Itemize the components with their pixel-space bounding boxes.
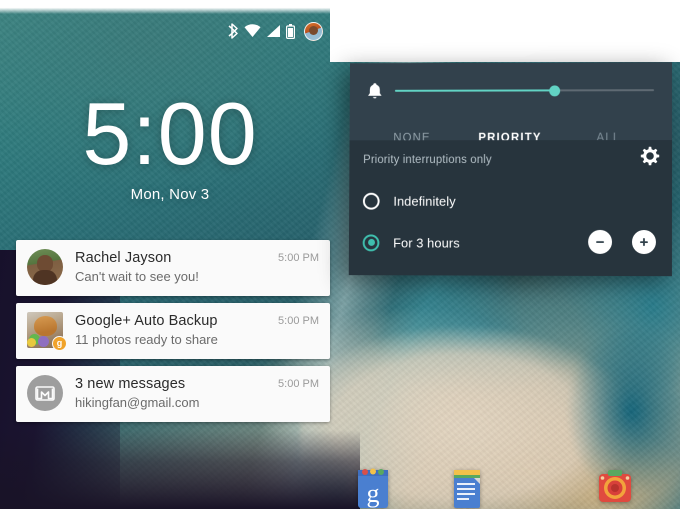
screenshot-stage: 5:00 Mon, Nov 3 Rachel Jayson Can't wait… — [0, 0, 680, 509]
quick-settings-panel: NONE PRIORITY ALL Priority interruptions… — [348, 62, 673, 277]
notification-subtitle: 11 photos ready to share — [75, 332, 218, 347]
notification-title: Rachel Jayson — [75, 250, 172, 266]
wallpaper-bottom-shadow — [0, 430, 360, 509]
camera-icon[interactable] — [594, 466, 636, 508]
interruption-status-text: Priority interruptions only — [363, 154, 492, 167]
user-avatar[interactable] — [304, 21, 323, 41]
google-search-icon[interactable]: g — [352, 466, 394, 508]
duration-option-label: For 3 hours — [393, 234, 460, 251]
duration-option-label: Indefinitely — [393, 193, 456, 209]
notification-time: 5:00 PM — [278, 378, 319, 390]
google-plus-badge-icon: g — [52, 336, 67, 351]
status-bar — [228, 20, 323, 42]
bluetooth-icon — [228, 23, 238, 39]
notification-title: Google+ Auto Backup — [75, 313, 218, 329]
notification-subtitle: hikingfan@gmail.com — [75, 395, 200, 410]
gmail-icon — [27, 375, 63, 411]
home-screen-dock: g — [352, 466, 680, 509]
radio-button-selected[interactable] — [362, 233, 380, 251]
notification-card-gmail[interactable]: 3 new messages hikingfan@gmail.com 5:00 … — [16, 366, 330, 422]
gear-icon[interactable] — [640, 146, 660, 171]
notification-time: 5:00 PM — [278, 252, 319, 264]
radio-button-unselected[interactable] — [362, 192, 380, 210]
notification-title: 3 new messages — [75, 376, 186, 392]
clock-time: 5:00 — [82, 84, 258, 183]
volume-slider-thumb[interactable] — [549, 84, 561, 96]
lockscreen-clock: 5:00 Mon, Nov 3 — [0, 84, 340, 203]
wifi-icon — [244, 24, 261, 37]
volume-slider[interactable] — [394, 83, 655, 98]
minus-icon[interactable] — [588, 229, 613, 254]
panel-backdrop-white — [330, 0, 680, 62]
quick-settings-body: Priority interruptions only Indefinitely… — [348, 140, 673, 277]
google-plus-photo-thumbnail: g — [27, 312, 67, 351]
svg-text:g: g — [367, 479, 380, 508]
quick-settings-header: NONE PRIORITY ALL — [349, 62, 673, 144]
notification-list: Rachel Jayson Can't wait to see you! 5:0… — [16, 240, 330, 429]
duration-option-indefinitely[interactable]: Indefinitely — [362, 184, 658, 218]
battery-icon — [286, 23, 295, 39]
notification-subtitle: Can't wait to see you! — [75, 269, 199, 284]
volume-row — [363, 76, 658, 105]
cellular-signal-icon — [267, 25, 280, 37]
notification-card-rachel[interactable]: Rachel Jayson Can't wait to see you! 5:0… — [16, 240, 330, 296]
duration-stepper — [588, 229, 656, 255]
google-docs-icon[interactable] — [446, 466, 488, 508]
contact-photo-rachel — [27, 249, 63, 285]
notification-time: 5:00 PM — [278, 315, 319, 327]
clock-date: Mon, Nov 3 — [130, 185, 210, 203]
duration-option-for-3-hours[interactable]: For 3 hours — [362, 226, 658, 261]
notification-bell-icon[interactable] — [364, 81, 386, 100]
plus-icon[interactable] — [631, 229, 656, 255]
notification-card-google-plus[interactable]: g Google+ Auto Backup 11 photos ready to… — [16, 303, 330, 359]
